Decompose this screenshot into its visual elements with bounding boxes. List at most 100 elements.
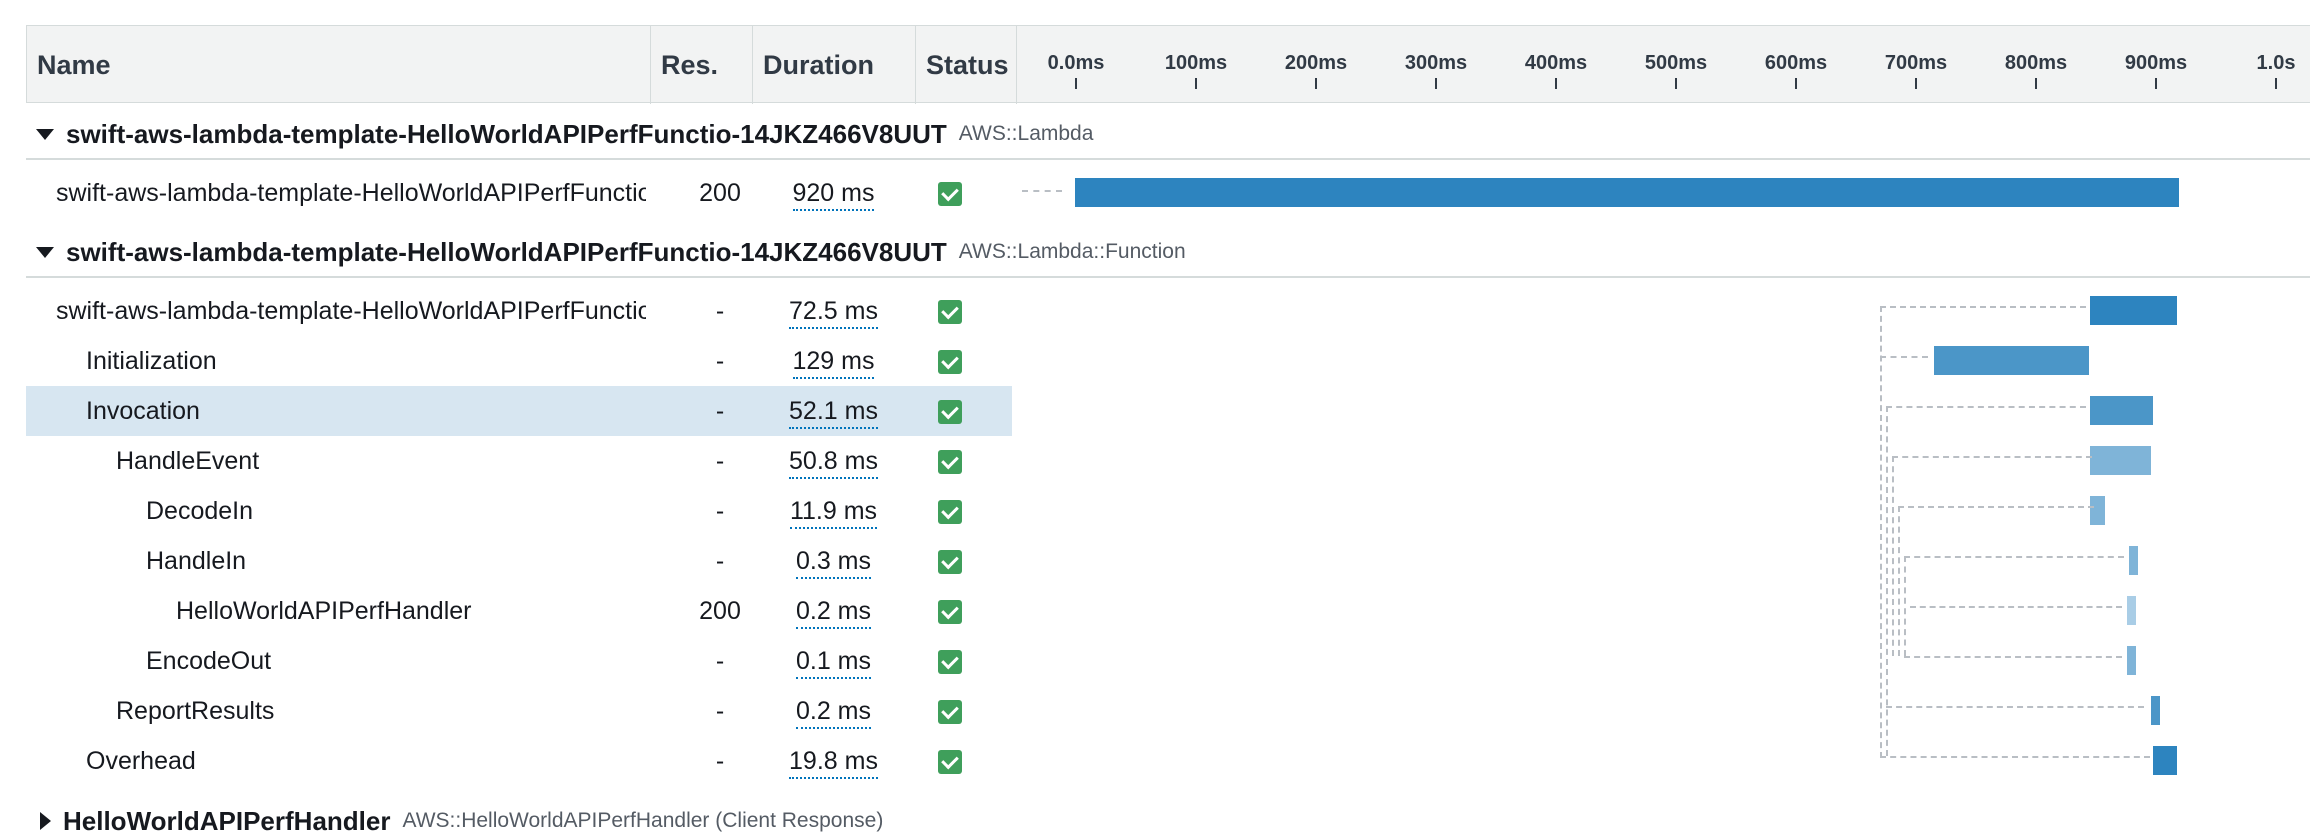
timeline-tick-label: 200ms xyxy=(1284,52,1348,74)
status-ok-check-icon xyxy=(938,550,962,574)
segment-duration[interactable]: 0.3 ms xyxy=(795,547,872,579)
timeline-segment-bar[interactable] xyxy=(2152,746,2177,775)
status-ok-check-icon xyxy=(938,700,962,724)
trace-segment-row[interactable]: Invocation -52.1 ms xyxy=(26,386,1012,436)
status-ok-check-icon xyxy=(938,600,962,624)
connector-line xyxy=(1904,556,1906,656)
connector-line xyxy=(1892,456,2092,458)
segment-name: Overhead xyxy=(86,747,196,775)
caret-down-icon[interactable] xyxy=(36,128,54,140)
segment-name: swift-aws-lambda-template-HelloWorldAPIP… xyxy=(56,297,646,325)
timeline-tick-mark xyxy=(1435,78,1437,89)
column-header-name[interactable]: Name xyxy=(27,26,651,104)
timeline-tick-label: 900ms xyxy=(2124,52,2188,74)
group-type: AWS::Lambda xyxy=(958,122,1094,145)
segment-name: swift-aws-lambda-template-HelloWorldAPIP… xyxy=(56,179,646,207)
segment-duration[interactable]: 920 ms xyxy=(792,179,875,211)
trace-segment-row[interactable]: EncodeOut -0.1 ms xyxy=(26,636,1012,686)
timeline-tick-mark xyxy=(1915,78,1917,89)
trace-group-handler[interactable]: HelloWorldAPIPerfHandler AWS::HelloWorld… xyxy=(26,796,2310,840)
segment-name: HandleIn xyxy=(146,547,247,575)
trace-segment-row[interactable]: HandleEvent -50.8 ms xyxy=(26,436,1012,486)
column-header-duration[interactable]: Duration xyxy=(753,26,916,104)
trace-segment-row[interactable]: Initialization -129 ms xyxy=(26,336,1012,386)
connector-line xyxy=(1910,606,2122,608)
timeline-segment-bar[interactable] xyxy=(2090,296,2177,325)
group-type: AWS::HelloWorldAPIPerfHandler (Client Re… xyxy=(402,809,884,832)
timeline-tick-label: 400ms xyxy=(1524,52,1588,74)
timeline-tick-mark xyxy=(2035,78,2037,89)
timeline-tick-label: 800ms xyxy=(2004,52,2068,74)
timeline-tick-label: 600ms xyxy=(1764,52,1828,74)
connector-line xyxy=(1886,406,2086,408)
trace-segment-row[interactable]: swift-aws-lambda-template-HelloWorldAPIP… xyxy=(26,286,1012,336)
connector-line xyxy=(1886,406,1888,756)
trace-segment-row[interactable]: DecodeIn -11.9 ms xyxy=(26,486,1012,536)
segment-name: HandleEvent xyxy=(116,447,260,475)
timeline-tick-label: 300ms xyxy=(1404,52,1468,74)
status-ok-check-icon xyxy=(938,500,962,524)
timeline-segment-bar[interactable] xyxy=(1934,346,2089,375)
segment-duration[interactable]: 50.8 ms xyxy=(789,447,878,479)
segment-duration[interactable]: 129 ms xyxy=(792,347,875,379)
segment-name: DecodeIn xyxy=(146,497,254,525)
column-header-status[interactable]: Status xyxy=(916,26,1017,104)
group-type: AWS::Lambda::Function xyxy=(958,240,1186,263)
connector-line xyxy=(1898,506,1900,656)
timeline-tick-label: 500ms xyxy=(1644,52,1708,74)
trace-segment-row[interactable]: HandleIn -0.3 ms xyxy=(26,536,1012,586)
trace-group-lambda-function[interactable]: swift-aws-lambda-template-HelloWorldAPIP… xyxy=(26,228,2310,278)
segment-duration[interactable]: 72.5 ms xyxy=(789,297,878,329)
segment-duration[interactable]: 11.9 ms xyxy=(789,497,878,529)
timeline-segment-bar[interactable] xyxy=(2090,396,2153,425)
timeline-segment-bar[interactable] xyxy=(2127,596,2137,625)
connector-line xyxy=(1880,306,1882,758)
connector-line xyxy=(1880,756,2150,758)
timeline-tick-mark xyxy=(1555,78,1557,89)
status-ok-check-icon xyxy=(938,400,962,424)
column-header-res[interactable]: Res. xyxy=(651,26,753,104)
connector-line xyxy=(1892,456,1894,656)
connector-line xyxy=(1880,356,1928,358)
connector-line xyxy=(1022,190,1062,192)
status-ok-check-icon xyxy=(938,650,962,674)
trace-table-header: Name Res. Duration Status 0.0ms 100ms 200m… xyxy=(26,25,2310,104)
status-ok-check-icon xyxy=(938,350,962,374)
caret-down-icon[interactable] xyxy=(36,246,54,258)
connector-line xyxy=(1904,656,2122,658)
timeline-segment-bar[interactable] xyxy=(2128,546,2138,575)
trace-segment-row[interactable]: Overhead -19.8 ms xyxy=(26,736,1012,786)
segment-duration[interactable]: 0.2 ms xyxy=(795,597,872,629)
timeline-tick-label: 700ms xyxy=(1884,52,1948,74)
timeline-tick-label: 0.0ms xyxy=(1047,52,1105,74)
connector-line xyxy=(1904,556,2124,558)
timeline-segment-bar[interactable] xyxy=(1075,178,2179,207)
trace-segment-row[interactable]: ReportResults -0.2 ms xyxy=(26,686,1012,736)
group-title: swift-aws-lambda-template-HelloWorldAPIP… xyxy=(66,236,947,267)
status-ok-check-icon xyxy=(938,300,962,324)
segment-name: Initialization xyxy=(86,347,217,375)
timeline-segment-bar[interactable] xyxy=(2151,696,2161,725)
segment-name: EncodeOut xyxy=(146,647,272,675)
segment-duration[interactable]: 0.1 ms xyxy=(795,647,872,679)
timeline-tick-label: 1.0s xyxy=(2256,52,2296,74)
segment-duration[interactable]: 52.1 ms xyxy=(789,397,878,429)
timeline-segment-bar[interactable] xyxy=(2090,496,2105,525)
trace-group-lambda[interactable]: swift-aws-lambda-template-HelloWorldAPIP… xyxy=(26,110,2310,160)
timeline-tick-mark xyxy=(1075,78,1077,89)
segment-duration[interactable]: 0.2 ms xyxy=(795,697,872,729)
segment-name: HelloWorldAPIPerfHandler xyxy=(176,597,472,625)
segment-duration[interactable]: 19.8 ms xyxy=(789,747,878,779)
trace-segment-row[interactable]: HelloWorldAPIPerfHandler 200 0.2 ms xyxy=(26,586,1012,636)
timeline-tick-mark xyxy=(1675,78,1677,89)
connector-line xyxy=(1880,306,2086,308)
timeline-tick-mark xyxy=(1315,78,1317,89)
status-ok-check-icon xyxy=(938,182,962,206)
timeline-segment-bar[interactable] xyxy=(2127,646,2137,675)
caret-right-icon[interactable] xyxy=(40,812,51,830)
trace-segment-row[interactable]: swift-aws-lambda-template-HelloWorldAPIP… xyxy=(26,168,1012,218)
timeline-segment-bar[interactable] xyxy=(2090,446,2152,475)
group-title: swift-aws-lambda-template-HelloWorldAPIP… xyxy=(66,118,947,149)
connector-line xyxy=(1898,506,2094,508)
segment-name: Invocation xyxy=(86,397,200,425)
